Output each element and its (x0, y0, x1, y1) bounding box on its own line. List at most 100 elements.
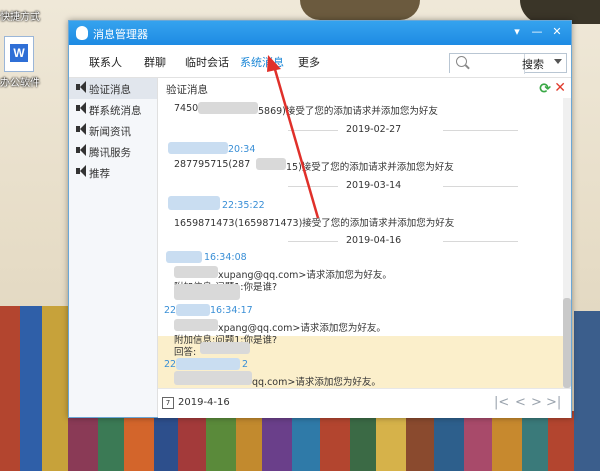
qq-logo-icon (76, 26, 88, 40)
sidebar-item-verification[interactable]: 验证消息 (69, 78, 157, 99)
tab-group-chat[interactable]: 群聊 (144, 54, 166, 70)
message-manager-window: 消息管理器 ▾ — ✕ 联系人 群聊 临时会话 系统消息 更多 搜索 验证消息 … (68, 20, 572, 418)
close-button[interactable]: ✕ (549, 24, 565, 40)
desktop-book (574, 311, 600, 471)
sidebar: 验证消息 群系统消息 新闻资讯 腾讯服务 推荐 (69, 78, 158, 417)
message-text: 1659871473(1659871473)接受了您的添加请求并添加您为好友 (174, 218, 455, 229)
redacted-block (166, 251, 202, 263)
tab-system-messages[interactable]: 系统消息 (240, 54, 284, 70)
redacted-block (256, 158, 286, 170)
desktop-book (522, 416, 548, 471)
sidebar-item-group-system[interactable]: 群系统消息 (69, 99, 157, 120)
desktop-book (206, 416, 236, 471)
desktop-book (124, 416, 154, 471)
wps-document-icon[interactable]: W (4, 36, 34, 72)
date-label: 2019-03-14 (346, 180, 402, 191)
redacted-block (168, 142, 228, 154)
date-separator: 2019-04-16 (288, 235, 518, 247)
desktop-bird-illustration (300, 0, 420, 20)
tab-temp-session[interactable]: 临时会话 (185, 54, 229, 70)
tab-more[interactable]: 更多 (298, 54, 320, 70)
next-page-button[interactable]: > (531, 395, 542, 410)
desktop-book (178, 416, 206, 471)
redacted-block (174, 371, 252, 385)
scrollbar[interactable] (563, 98, 571, 388)
redacted-block (174, 319, 218, 331)
sidebar-item-news[interactable]: 新闻资讯 (69, 120, 157, 141)
content-header: 验证消息 ⟳ ✕ (158, 78, 571, 98)
search-icon (456, 56, 467, 67)
window-menu-button[interactable]: ▾ (509, 24, 525, 40)
redacted-block (168, 196, 220, 210)
prev-page-button[interactable]: < (515, 395, 526, 410)
desktop-book (492, 416, 522, 471)
redacted-block (176, 304, 210, 316)
message-text: 287795715(287 (174, 159, 251, 170)
message-sender[interactable]: 22 (164, 359, 176, 370)
message-text: 回答: (174, 347, 197, 358)
message-sender[interactable]: 22 (164, 305, 176, 316)
sidebar-item-recommend[interactable]: 推荐 (69, 162, 157, 183)
title-bar[interactable]: 消息管理器 ▾ — ✕ (69, 21, 571, 45)
message-sender[interactable]: 16:34:08 (204, 252, 247, 263)
redacted-block (200, 342, 250, 354)
date-separator: 2019-03-14 (288, 180, 518, 192)
desktop-book (376, 416, 406, 471)
desktop-book (20, 306, 42, 471)
sidebar-item-label: 新闻资讯 (89, 126, 131, 138)
desktop-book (350, 416, 376, 471)
desktop-book (154, 416, 178, 471)
speaker-icon (76, 123, 86, 135)
message-sender[interactable]: 20:34 (228, 144, 255, 155)
desktop-book (406, 416, 434, 471)
desktop-book (42, 306, 68, 471)
window-title: 消息管理器 (93, 28, 148, 41)
message-text: 7450 (174, 103, 199, 114)
message-text: qq.com>请求添加您为好友。 (252, 377, 381, 388)
redacted-block (174, 284, 240, 300)
minimize-button[interactable]: — (529, 24, 545, 40)
redacted-block (174, 266, 218, 278)
delete-icon[interactable]: ✕ (554, 80, 566, 96)
speaker-icon (76, 144, 86, 156)
search-button[interactable]: 搜索 (522, 56, 544, 72)
desktop-book (320, 416, 350, 471)
redacted-block (176, 358, 240, 370)
sidebar-item-label: 推荐 (89, 168, 110, 180)
last-page-button[interactable]: >| (546, 395, 561, 410)
calendar-icon[interactable]: 7 (162, 397, 174, 409)
desktop-shortcut-label[interactable]: 办公软件 (0, 74, 40, 89)
desktop-book (262, 416, 292, 471)
date-label: 2019-02-27 (346, 124, 402, 135)
desktop-book (464, 416, 492, 471)
tab-contacts[interactable]: 联系人 (89, 54, 122, 70)
sidebar-item-label: 验证消息 (89, 84, 131, 96)
message-sender[interactable]: 16:34:17 (210, 305, 253, 316)
message-sender[interactable]: 22:35:22 (222, 200, 265, 211)
sidebar-item-label: 腾讯服务 (89, 147, 131, 159)
status-bar: 7 2019-4-16 |< < > >| (158, 388, 571, 418)
message-sender[interactable]: 2 (242, 359, 248, 370)
sidebar-item-label: 群系统消息 (89, 105, 142, 117)
main-tabs: 联系人 群聊 临时会话 系统消息 更多 搜索 (69, 45, 571, 78)
desktop-book (236, 416, 262, 471)
desktop-book (98, 416, 124, 471)
date-label: 2019-04-16 (346, 235, 402, 246)
refresh-icon[interactable]: ⟳ (539, 81, 551, 97)
content-title: 验证消息 (166, 84, 208, 96)
desktop-book (68, 416, 98, 471)
desktop-shortcut-label[interactable]: 快捷方式 (0, 8, 40, 23)
speaker-icon (76, 81, 86, 93)
sidebar-item-tencent-service[interactable]: 腾讯服务 (69, 141, 157, 162)
speaker-icon (76, 102, 86, 114)
redacted-block (198, 102, 258, 114)
message-text: 5869)接受了您的添加请求并添加您为好友 (258, 106, 438, 117)
first-page-button[interactable]: |< (494, 395, 509, 410)
chevron-down-icon[interactable] (554, 59, 562, 64)
message-text: 15)接受了您的添加请求并添加您为好友 (286, 162, 454, 173)
message-list: 验证消息 ⟳ ✕ 7450 5869)接受了您的添加请求并添加您为好友 2019… (158, 78, 571, 388)
scrollbar-thumb[interactable] (563, 298, 571, 388)
date-separator: 2019-02-27 (288, 124, 518, 136)
desktop-book (0, 306, 20, 471)
desktop-book (434, 416, 464, 471)
